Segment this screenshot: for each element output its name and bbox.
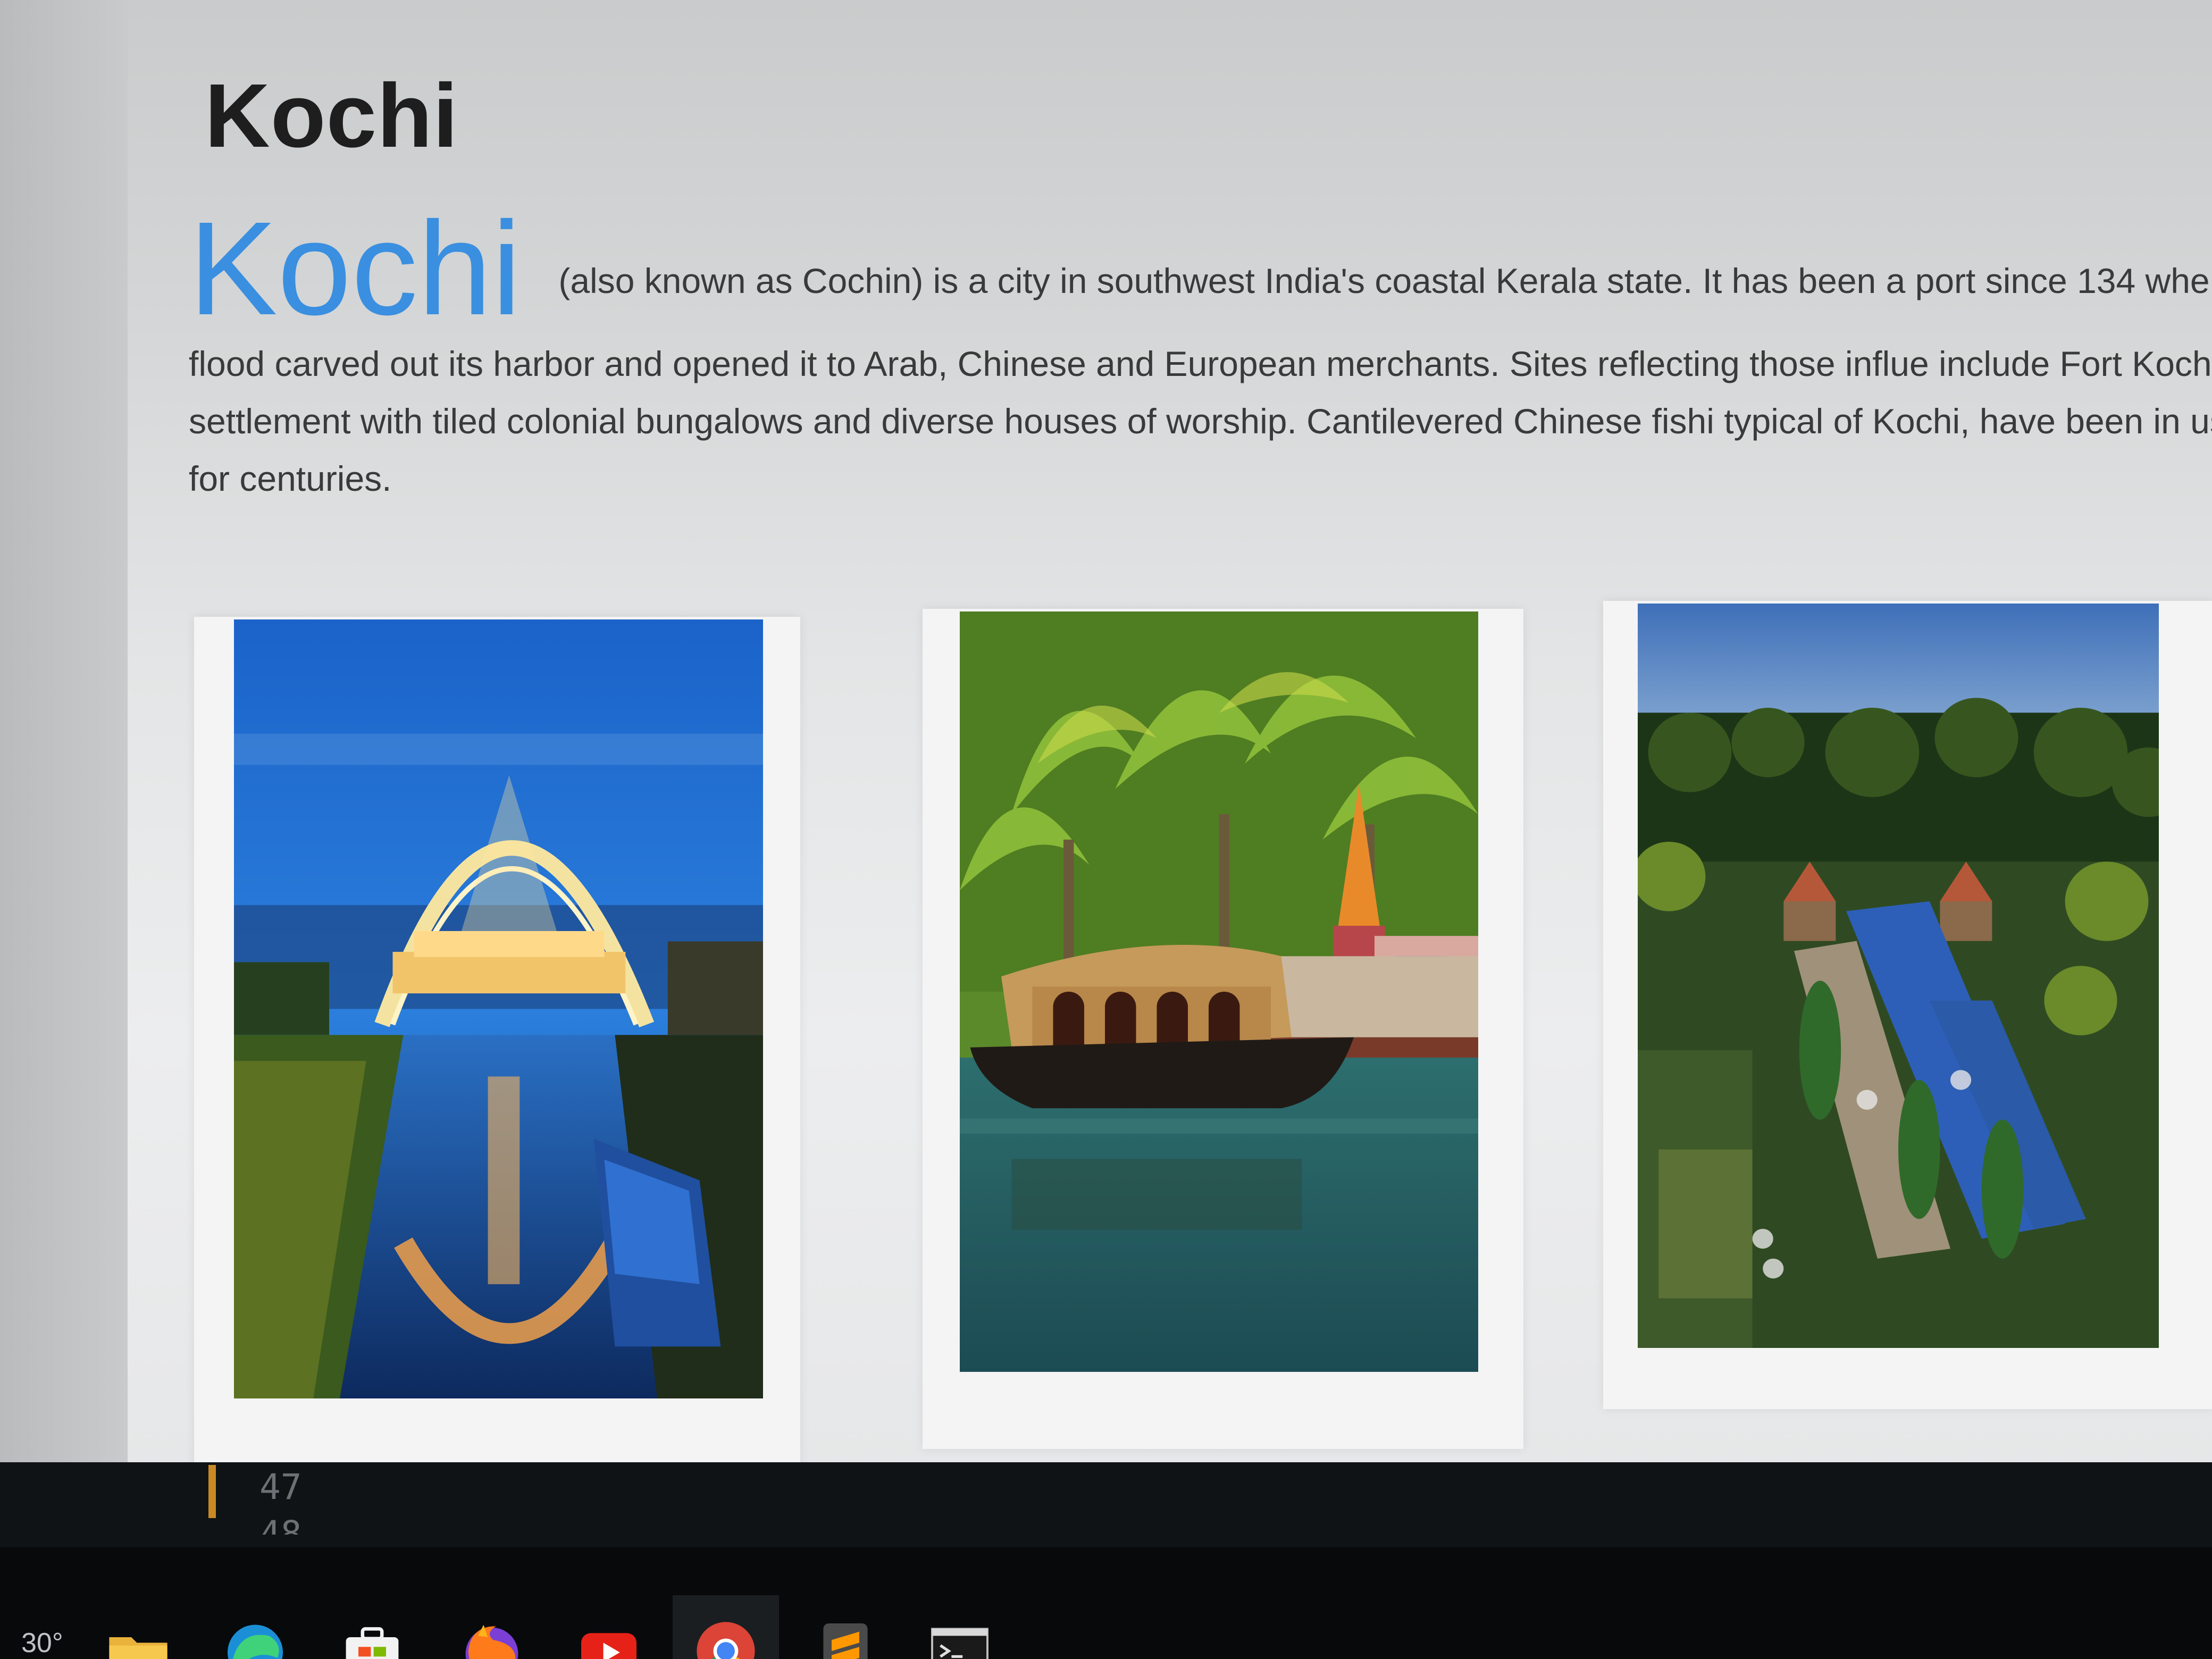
weather-temperature[interactable]: 30°	[21, 1627, 63, 1659]
gutter-modified-marker	[208, 1465, 216, 1518]
youtube-icon[interactable]	[574, 1616, 643, 1659]
houseboat-image	[960, 611, 1478, 1372]
edge-icon[interactable]	[221, 1616, 290, 1659]
firefox-icon[interactable]	[457, 1616, 526, 1659]
line-number: 47	[259, 1467, 302, 1507]
sublime-text-icon[interactable]	[811, 1616, 880, 1659]
houseboat-photo[interactable]	[960, 611, 1478, 1372]
resort-image	[1638, 604, 2159, 1348]
arch-bridge-image	[234, 619, 763, 1398]
line-number: 48	[259, 1513, 302, 1535]
folder-icon[interactable]	[104, 1616, 173, 1659]
code-editor-strip	[0, 1462, 2212, 1547]
chrome-icon[interactable]	[691, 1616, 760, 1659]
intro-highlight-word: Kochi	[189, 194, 522, 342]
resort-photo[interactable]	[1638, 604, 2159, 1348]
taskbar	[0, 1547, 2212, 1659]
terminal-icon[interactable]	[925, 1616, 994, 1659]
page-title: Kochi	[205, 65, 459, 166]
store-icon[interactable]	[338, 1616, 407, 1659]
arch-bridge-photo[interactable]	[234, 619, 763, 1398]
intro-paragraph: Kochi (also known as Cochin) is a city in…	[189, 202, 2212, 507]
screen: Kochi Kochi (also known as Cochin) is a c…	[0, 0, 2212, 1659]
